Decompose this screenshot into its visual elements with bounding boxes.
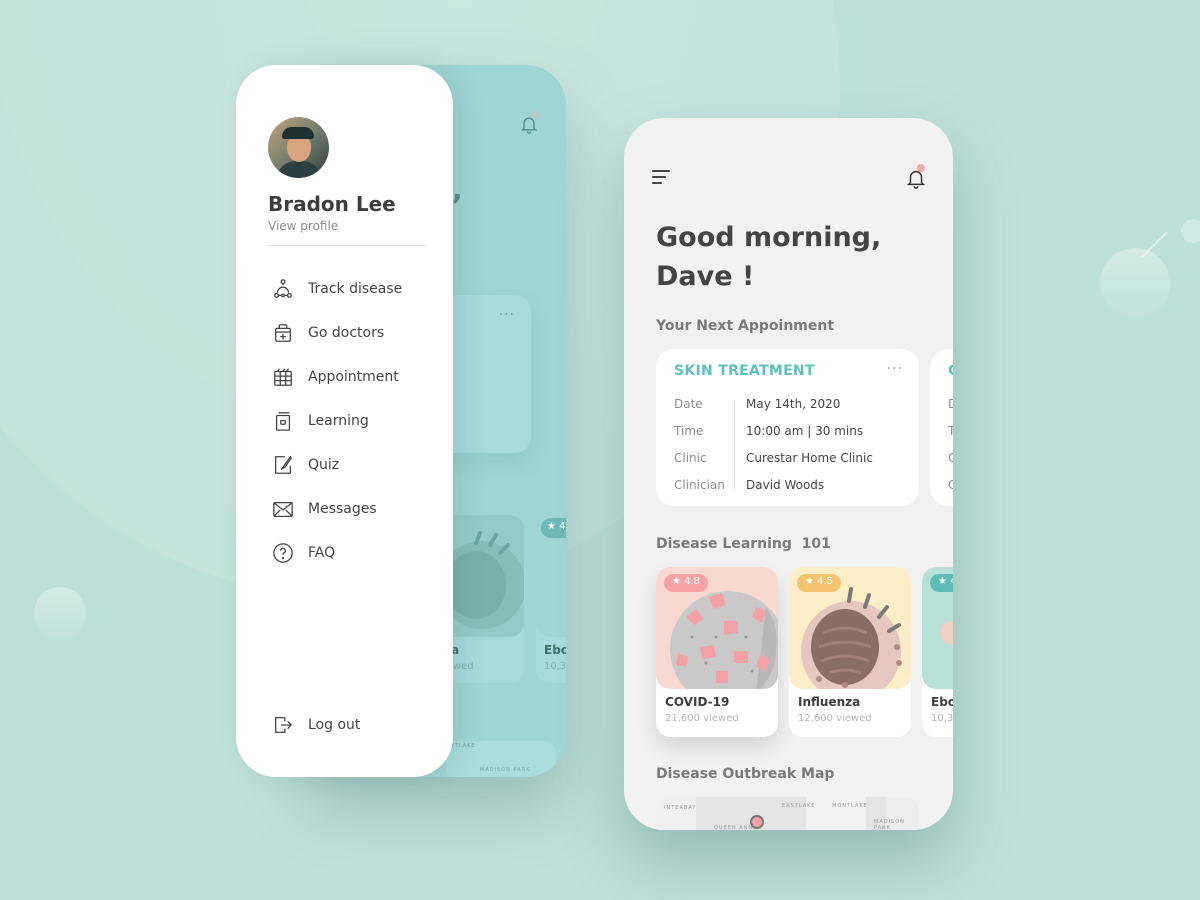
map-label: INTERBAY	[664, 805, 697, 811]
menu-item-messages[interactable]: Messages	[272, 487, 442, 531]
disease-views: 10,3	[544, 661, 566, 672]
field-value: May 14th, 2020	[746, 397, 841, 411]
field-value: Curestar Home Clinic	[746, 451, 873, 465]
greeting-line-1: Good morning,	[656, 222, 882, 253]
outbreak-map[interactable]: INTERBAY EASTLAKE MONTLAKE QUEEN ANNE MA…	[656, 797, 919, 830]
menu-item-faq[interactable]: FAQ	[272, 531, 442, 575]
outbreak-pin-icon[interactable]	[750, 815, 764, 829]
map-label: MADISON PARK	[874, 819, 905, 830]
menu-item-track-disease[interactable]: Track disease	[272, 267, 442, 311]
field-value: David Woods	[746, 478, 825, 492]
question-circle-icon	[273, 543, 293, 563]
menu-button[interactable]	[652, 170, 670, 186]
disease-name: Ebo	[931, 695, 953, 709]
rating-badge: ★ 4	[541, 518, 566, 538]
logout-icon	[275, 717, 293, 733]
menu-item-label: Go doctors	[308, 325, 385, 341]
rating-badge: ★ 4	[930, 574, 953, 592]
menu-item-label: FAQ	[308, 545, 336, 561]
logout-button[interactable]: Log out	[272, 714, 360, 736]
field-label: C	[948, 478, 953, 492]
disease-card-dimmed: Ebo 10,3	[536, 515, 566, 683]
user-name: Bradon Lee	[268, 192, 396, 216]
map-label: EASTLAKE	[782, 803, 816, 809]
disease-views: 10,3	[931, 713, 953, 724]
field-label: Date	[674, 397, 703, 411]
map-dimmed: NTLAKE MADISON PARK	[446, 741, 556, 777]
disease-card-ebola[interactable]: ★ 4 Ebo 10,3	[922, 567, 953, 737]
appointment-card[interactable]: C D T C C	[930, 349, 953, 506]
logout-label: Log out	[308, 717, 361, 733]
medical-bag-icon	[275, 324, 291, 342]
menu-item-label: Appointment	[308, 369, 399, 385]
menu-item-label: Messages	[308, 501, 377, 517]
disease-name: Ebo	[544, 643, 566, 657]
menu-item-quiz[interactable]: Quiz	[272, 443, 442, 487]
notification-dot	[917, 164, 925, 172]
menu-item-label: Track disease	[308, 281, 403, 297]
learning-count: 101	[801, 536, 831, 552]
decorative-bubble	[34, 587, 86, 639]
menu-icon	[652, 170, 670, 172]
more-options-icon[interactable]: ···	[887, 361, 903, 377]
navigation-drawer: Bradon Lee View profile Track disease Go…	[236, 65, 453, 777]
menu-item-learning[interactable]: Learning	[272, 399, 442, 443]
map-label: MONTLAKE	[832, 803, 868, 809]
divider	[734, 400, 735, 490]
learning-heading: Disease Learning 101	[656, 536, 831, 552]
disease-views: 12,600 viewed	[798, 713, 872, 724]
rating-badge: ★ 4.8	[664, 574, 709, 592]
book-icon	[275, 412, 291, 431]
notification-dot	[531, 111, 539, 119]
next-appointment-heading: Your Next Appoinment	[656, 318, 835, 334]
menu-item-appointment[interactable]: Appointment	[272, 355, 442, 399]
field-label: D	[948, 397, 953, 411]
field-label: C	[948, 451, 953, 465]
calendar-icon	[274, 368, 292, 386]
appointment-title: SKIN TREATMENT	[674, 363, 815, 379]
outbreak-map-heading: Disease Outbreak Map	[656, 766, 835, 782]
map-label: MADISON PARK	[480, 767, 531, 773]
more-icon: ···	[498, 307, 515, 323]
appointment-title: C	[948, 363, 953, 379]
field-value: 10:00 am | 30 mins	[746, 424, 864, 438]
disease-views: 21,600 viewed	[665, 713, 739, 724]
home-screen: Good morning, Dave ! Your Next Appoinmen…	[624, 118, 953, 830]
disease-name: Influenza	[798, 695, 861, 709]
view-profile-link[interactable]: View profile	[268, 219, 338, 233]
disease-card-influenza[interactable]: ★ 4.5 Influenza 12,600 viewed	[789, 567, 911, 737]
disease-card-covid[interactable]: ★ 4.8 COVID-19 21,600 viewed	[656, 567, 778, 737]
appointment-card[interactable]: SKIN TREATMENT ··· Date May 14th, 2020 T…	[656, 349, 919, 506]
map-label: NTLAKE	[450, 743, 476, 749]
menu-item-label: Quiz	[308, 457, 340, 473]
greeting-line-2: Dave !	[656, 261, 755, 292]
virus-track-icon	[274, 279, 292, 298]
decorative-bubble	[1100, 248, 1170, 318]
drawer-menu: Track disease Go doctors Appointment Lea…	[272, 267, 442, 575]
greeting: Good morning, Dave !	[656, 218, 881, 296]
menu-item-go-doctors[interactable]: Go doctors	[272, 311, 442, 355]
avatar[interactable]	[268, 117, 329, 178]
edit-note-icon	[275, 455, 293, 474]
learning-title: Disease Learning	[656, 536, 792, 552]
menu-item-label: Learning	[308, 413, 369, 429]
greeting-fragment: ,	[452, 173, 463, 206]
divider	[268, 245, 426, 246]
disease-name: COVID-19	[665, 695, 730, 709]
envelope-icon	[273, 501, 293, 517]
field-label: Clinic	[674, 451, 707, 465]
rating-badge: ★ 4.5	[797, 574, 842, 592]
field-label: Clinician	[674, 478, 725, 492]
field-label: T	[948, 424, 953, 438]
field-label: Time	[674, 424, 704, 438]
decorative-bubble	[1181, 219, 1200, 243]
